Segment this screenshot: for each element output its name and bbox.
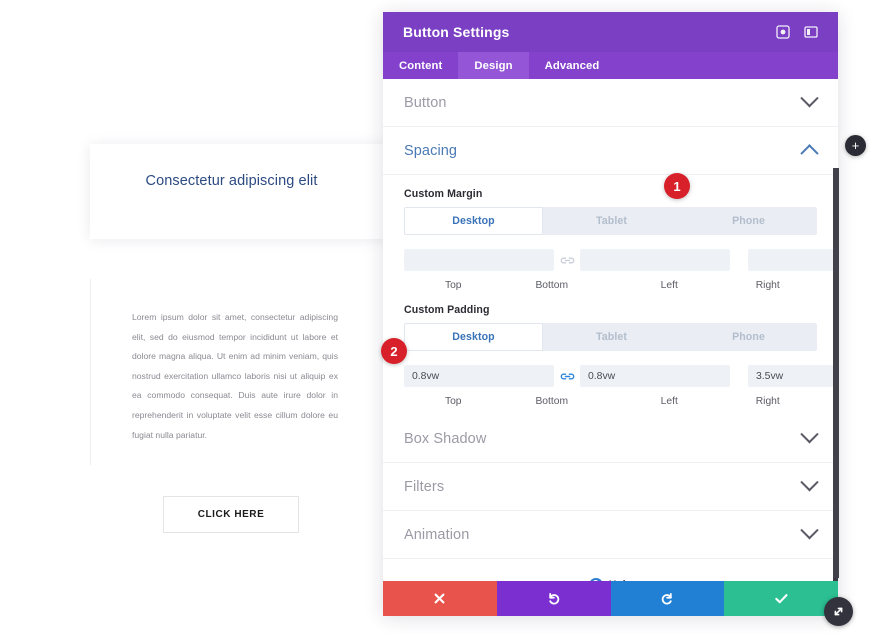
panel-body: Button Spacing Custom Margin Desktop Tab… (383, 79, 838, 581)
page-scrollbar[interactable] (833, 168, 839, 578)
custom-padding-label: Custom Padding (404, 304, 490, 316)
text-module-card[interactable]: Lorem ipsum dolor sit amet, consectetur … (90, 279, 383, 465)
button-settings-panel: Button Settings Content Design Advanced … (383, 12, 838, 616)
margin-top-input[interactable] (404, 249, 554, 271)
margin-vertical-group (404, 249, 730, 271)
step-marker-2: 2 (381, 338, 407, 364)
padding-captions: Top Bottom Left Right (404, 396, 817, 407)
padding-vertical-link-icon[interactable] (554, 371, 580, 382)
padding-left-caption: Left (660, 396, 678, 407)
chevron-down-icon (800, 425, 819, 444)
redo-icon (662, 592, 673, 604)
section-spacing-label: Spacing (404, 142, 458, 159)
spacing-section-body: Custom Margin Desktop Tablet Phone Top B… (383, 188, 838, 415)
section-animation-label: Animation (404, 526, 470, 543)
page-preview-canvas: Consectetur adipiscing elit Lorem ipsum … (0, 0, 383, 634)
margin-left-input[interactable] (748, 249, 838, 271)
screen-root: Consectetur adipiscing elit Lorem ipsum … (0, 0, 880, 634)
cancel-button[interactable] (383, 581, 497, 616)
help-label: Help (609, 579, 633, 581)
margin-device-tabs: Desktop Tablet Phone (404, 207, 817, 235)
padding-top-input[interactable] (404, 365, 554, 387)
panel-title: Button Settings (403, 24, 510, 40)
tab-content-label: Content (399, 59, 443, 72)
section-animation[interactable]: Animation (383, 511, 838, 559)
hero-heading: Consectetur adipiscing elit (145, 173, 318, 189)
step-marker-1: 1 (664, 173, 690, 199)
margin-top-caption: Top (444, 280, 462, 291)
body-paragraph: Lorem ipsum dolor sit amet, consectetur … (132, 312, 338, 440)
padding-device-desktop[interactable]: Desktop (404, 323, 543, 351)
padding-device-tablet-label: Tablet (595, 331, 627, 343)
padding-device-tablet[interactable]: Tablet (543, 323, 680, 351)
padding-bottom-caption: Bottom (535, 396, 569, 407)
tab-advanced-label: Advanced (544, 59, 600, 72)
click-here-button[interactable]: CLICK HERE (163, 496, 299, 533)
margin-bottom-caption: Bottom (535, 280, 569, 291)
chevron-down-icon (800, 521, 819, 540)
section-box-shadow-label: Box Shadow (404, 430, 487, 447)
margin-vertical-link-icon[interactable] (554, 255, 580, 266)
chevron-down-icon (800, 473, 819, 492)
close-icon (434, 593, 445, 604)
help-icon: ? (588, 578, 603, 581)
undo-icon (548, 592, 559, 604)
margin-horizontal-group (748, 249, 838, 271)
resize-diagonal-icon (834, 607, 843, 616)
padding-top-caption: Top (444, 396, 462, 407)
margin-device-desktop-label: Desktop (452, 215, 495, 227)
tab-design-label: Design (474, 59, 513, 72)
padding-bottom-input[interactable] (580, 365, 730, 387)
tab-content[interactable]: Content (383, 52, 458, 79)
undo-button[interactable] (496, 581, 611, 616)
margin-inputs-row (404, 246, 838, 274)
panel-header: Button Settings (383, 12, 838, 52)
focus-target-icon[interactable] (772, 21, 794, 43)
tab-design[interactable]: Design (458, 52, 529, 79)
layout-columns-icon[interactable] (800, 21, 822, 43)
section-box-shadow[interactable]: Box Shadow (383, 415, 838, 463)
section-button-label: Button (404, 94, 447, 111)
section-button[interactable]: Button (383, 79, 838, 127)
hero-section-card[interactable]: Consectetur adipiscing elit (90, 144, 383, 239)
add-module-button[interactable]: + (845, 135, 866, 156)
padding-device-tabs: Desktop Tablet Phone (404, 323, 817, 351)
margin-left-caption: Left (660, 280, 678, 291)
chevron-down-icon (800, 89, 819, 108)
click-here-label: CLICK HERE (197, 509, 265, 520)
step-marker-2-label: 2 (390, 343, 398, 359)
resize-handle[interactable] (824, 597, 853, 626)
section-filters[interactable]: Filters (383, 463, 838, 511)
margin-captions: Top Bottom Left Right (404, 280, 817, 291)
padding-device-desktop-label: Desktop (452, 331, 495, 343)
padding-device-phone[interactable]: Phone (680, 323, 817, 351)
margin-device-tablet[interactable]: Tablet (543, 207, 680, 235)
redo-button[interactable] (610, 581, 725, 616)
margin-device-phone[interactable]: Phone (680, 207, 817, 235)
save-button[interactable] (724, 581, 838, 616)
margin-device-tablet-label: Tablet (595, 215, 627, 227)
padding-right-caption: Right (755, 396, 780, 407)
help-link[interactable]: ? Help (383, 559, 838, 581)
step-marker-1-label: 1 (673, 178, 681, 194)
margin-bottom-input[interactable] (580, 249, 730, 271)
panel-footer (383, 581, 838, 616)
padding-left-input[interactable] (748, 365, 838, 387)
margin-right-caption: Right (755, 280, 780, 291)
padding-inputs-row (404, 362, 838, 390)
chevron-up-icon (800, 144, 819, 163)
padding-device-phone-label: Phone (732, 331, 765, 343)
margin-device-phone-label: Phone (732, 215, 765, 227)
panel-tabbar: Content Design Advanced (383, 52, 838, 79)
margin-device-desktop[interactable]: Desktop (404, 207, 543, 235)
section-filters-label: Filters (404, 478, 445, 495)
add-module-label: + (851, 138, 860, 153)
padding-vertical-group (404, 365, 730, 387)
check-icon (774, 594, 788, 604)
tab-advanced[interactable]: Advanced (529, 52, 616, 79)
padding-horizontal-group (748, 365, 838, 387)
custom-margin-label: Custom Margin (404, 188, 483, 200)
section-spacing[interactable]: Spacing (383, 127, 838, 175)
